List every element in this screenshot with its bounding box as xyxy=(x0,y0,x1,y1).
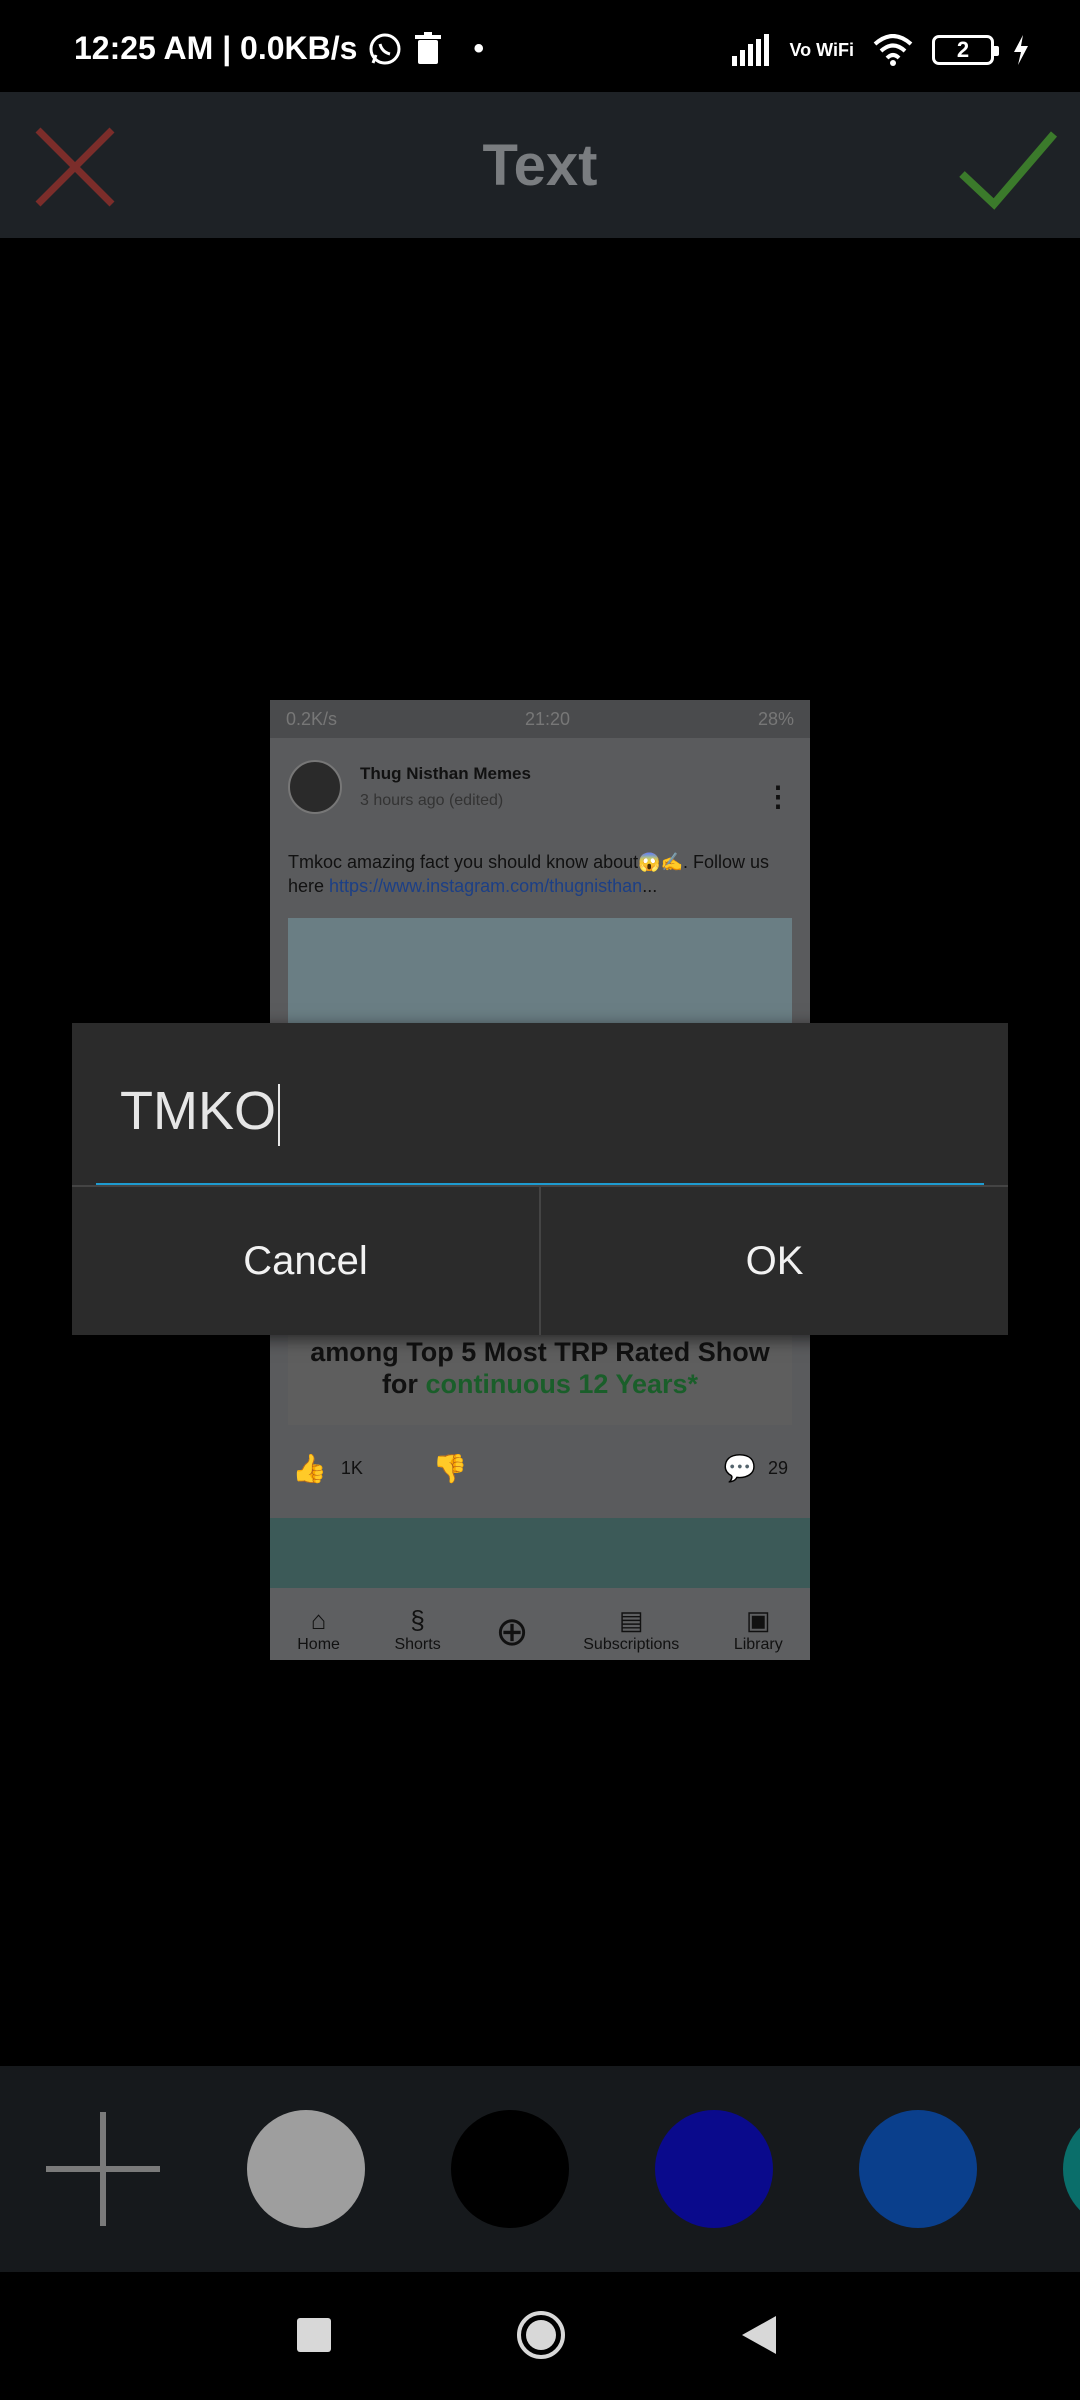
canvas-status-time: 21:20 xyxy=(524,708,571,729)
battery-level: 2 xyxy=(956,37,970,62)
cancel-button[interactable]: Cancel xyxy=(72,1187,539,1335)
status-right: Vo WiFi 2 xyxy=(730,34,1031,66)
notification-dot-icon: • xyxy=(473,31,484,65)
caption-line-1: among Top 5 Most TRP Rated Show xyxy=(310,1337,770,1367)
post-time: 3 hours ago (edited) xyxy=(360,792,504,809)
checkmark-icon[interactable] xyxy=(958,122,1058,212)
nav-library: ▣ Library xyxy=(734,1605,783,1654)
color-swatch-blue[interactable] xyxy=(859,2110,977,2228)
signal-icon xyxy=(731,34,769,66)
recents-square-icon[interactable] xyxy=(297,2318,331,2352)
canvas-status-bar: 0.2K/s 21:20 28% xyxy=(270,700,810,738)
nav-shorts: § Shorts xyxy=(394,1605,440,1654)
shorts-icon: § xyxy=(410,1605,425,1635)
post-image-top xyxy=(288,918,792,1028)
post-link: https://www.instagram.com/thugnisthan xyxy=(329,876,643,896)
dialog-buttons: Cancel OK xyxy=(72,1187,1008,1335)
post-image-caption: among Top 5 Most TRP Rated Show for cont… xyxy=(288,1330,792,1425)
post-ellipsis: ... xyxy=(642,876,658,896)
more-vert-icon: ⋮ xyxy=(764,781,792,812)
ok-button[interactable]: OK xyxy=(541,1187,1008,1335)
nav-subscriptions-label: Subscriptions xyxy=(583,1636,680,1653)
nav-create: ⊕ xyxy=(495,1610,529,1654)
next-post-image xyxy=(270,1518,810,1590)
whatsapp-icon xyxy=(369,33,401,64)
nav-subscriptions: ▤ Subscriptions xyxy=(583,1605,679,1654)
trash-icon xyxy=(415,31,442,64)
color-swatch-navy[interactable] xyxy=(655,2110,773,2228)
color-swatch-gray[interactable] xyxy=(247,2110,365,2228)
canvas-status-right: 28% xyxy=(757,708,794,729)
nav-library-label: Library xyxy=(733,1636,783,1653)
channel-avatar xyxy=(288,760,342,814)
comment-icon: 💬 xyxy=(723,1453,756,1483)
charging-icon xyxy=(1014,35,1028,65)
color-swatch-teal[interactable] xyxy=(1063,2110,1080,2228)
subscriptions-icon: ▤ xyxy=(618,1605,644,1635)
caption-line-2-prefix: for xyxy=(381,1369,426,1399)
caption-line-2-highlight: continuous 12 Years* xyxy=(425,1369,699,1399)
nav-home-label: Home xyxy=(297,1636,340,1653)
canvas-bottom-nav: ⌂ Home § Shorts ⊕ ▤ Subscriptions ▣ Library xyxy=(270,1588,810,1660)
top-toolbar: Text xyxy=(0,92,1080,238)
home-icon: ⌂ xyxy=(310,1605,327,1635)
toolbar-title: Text xyxy=(482,133,598,198)
color-swatch-black[interactable] xyxy=(451,2110,569,2228)
status-left: 12:25 AM | 0.0KB/s • xyxy=(74,30,484,67)
channel-name: Thug Nisthan Memes xyxy=(360,764,531,783)
color-palette xyxy=(0,2066,1080,2272)
status-bar: 12:25 AM | 0.0KB/s • Vo WiFi 2 xyxy=(0,0,1080,92)
thumbs-down-icon: 👎 xyxy=(432,1453,468,1484)
create-plus-icon: ⊕ xyxy=(495,1610,529,1654)
thumbs-up-icon: 👍 xyxy=(292,1453,327,1484)
nav-shorts-label: Shorts xyxy=(394,1636,441,1653)
post-text: Tmkoc amazing fact you should know about… xyxy=(288,850,792,898)
plus-icon[interactable] xyxy=(44,2110,162,2228)
text-cursor xyxy=(278,1083,280,1146)
status-time-speed: 12:25 AM | 0.0KB/s xyxy=(74,30,358,66)
comment-count: 29 xyxy=(767,1458,788,1478)
vowifi-label: Vo WiFi xyxy=(789,40,855,60)
wifi-icon xyxy=(873,34,913,66)
text-input[interactable]: TMKO xyxy=(96,1079,984,1187)
canvas-status-left: 0.2K/s xyxy=(286,708,338,729)
post-header: Thug Nisthan Memes 3 hours ago (edited) xyxy=(288,760,531,814)
system-nav-bar xyxy=(0,2272,1080,2400)
text-input-dialog: TMKO Cancel OK xyxy=(72,1023,1008,1335)
home-circle-icon[interactable] xyxy=(516,2310,566,2360)
post-reactions: 👍 1K 👎 💬 29 xyxy=(292,1452,788,1485)
back-triangle-icon[interactable] xyxy=(742,2316,776,2354)
like-count: 1K xyxy=(340,1458,363,1478)
library-icon: ▣ xyxy=(745,1605,771,1635)
nav-home: ⌂ Home xyxy=(297,1605,340,1654)
text-input-value: TMKO xyxy=(120,1081,276,1141)
caption-line-2: for continuous 12 Years* xyxy=(288,1368,792,1400)
battery-icon: 2 xyxy=(932,35,999,65)
